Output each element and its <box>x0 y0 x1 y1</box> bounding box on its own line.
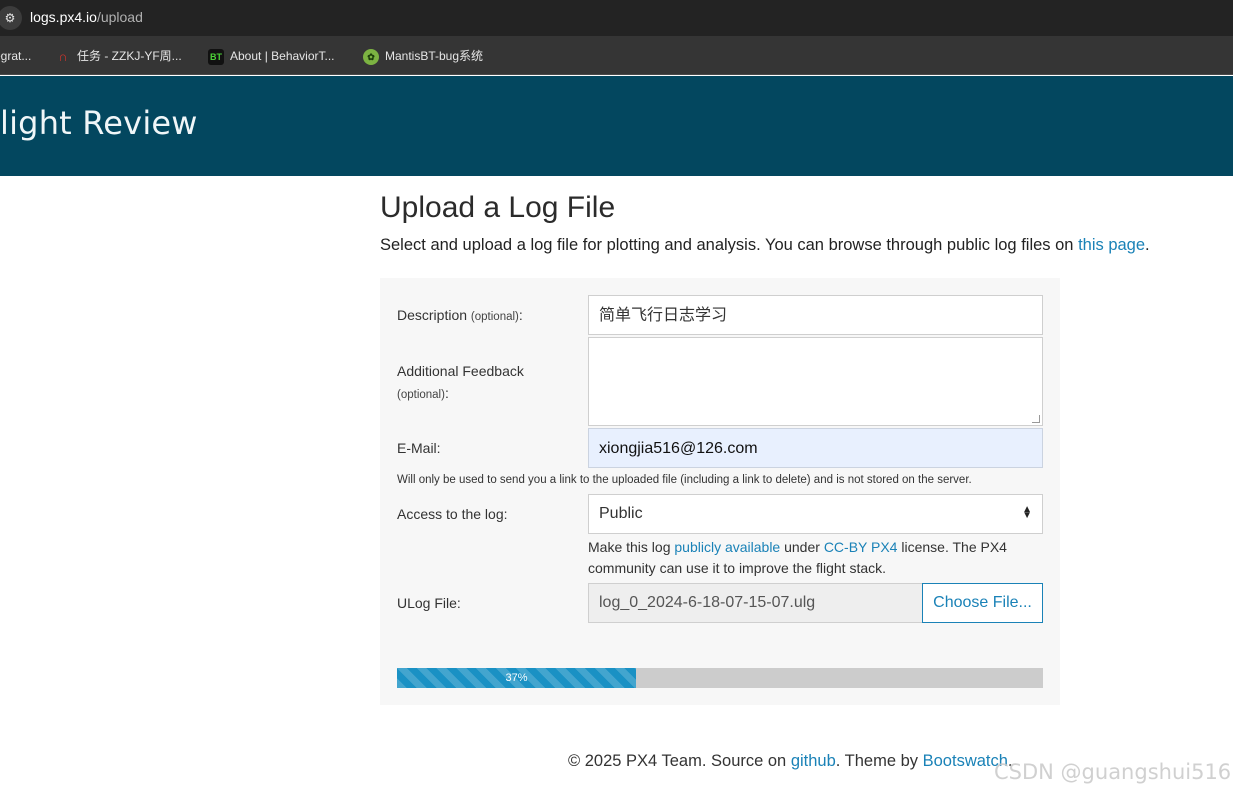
email-label: E-Mail: <box>397 440 441 456</box>
upload-progress: 37% <box>397 668 1043 688</box>
browse-logs-link[interactable]: this page <box>1078 236 1145 254</box>
publicly-available-link[interactable]: publicly available <box>674 539 780 555</box>
resize-grip-icon[interactable] <box>1032 415 1040 423</box>
description-label-text: Description <box>397 307 468 323</box>
bookmark-item[interactable]: ✿ MantisBT-bug系统 <box>363 47 483 65</box>
headset-icon: ∩ <box>58 48 68 64</box>
intro-text: Select and upload a log file for plottin… <box>380 236 1150 255</box>
upload-progress-fill: 37% <box>397 668 637 688</box>
select-arrows-icon: ▲ ▼ <box>1022 504 1032 521</box>
bt-logo-icon: BT <box>208 48 224 65</box>
csdn-watermark: CSDN @guangshui516 <box>994 760 1232 784</box>
site-info-icon[interactable]: ⚙ <box>0 6 22 30</box>
feedback-label: Additional Feedback <box>397 363 524 379</box>
url-path: /upload <box>96 9 143 25</box>
email-input[interactable]: xiongjia516@126.com <box>588 428 1043 468</box>
access-help-text: Make this log publicly available under C… <box>588 537 1043 579</box>
page-title: Upload a Log File <box>380 191 616 224</box>
footer-prefix: © 2025 PX4 Team. Source on <box>568 752 791 770</box>
url-field[interactable]: logs.px4.io/upload <box>30 9 143 25</box>
mantis-icon: ✿ <box>363 48 379 65</box>
feedback-label-text: Additional Feedback <box>397 363 524 379</box>
bookmark-item[interactable]: egrat... <box>0 47 31 65</box>
email-value: xiongjia516@126.com <box>599 440 758 457</box>
description-value: 简单飞行日志学习 <box>599 307 728 324</box>
description-input[interactable]: 简单飞行日志学习 <box>588 295 1043 335</box>
intro-text-body: Select and upload a log file for plottin… <box>380 236 1079 254</box>
access-label: Access to the log: <box>397 506 508 522</box>
bookmark-label: 任务 - ZZKJ-YF周... <box>77 49 182 63</box>
feedback-textarea[interactable] <box>588 337 1043 426</box>
email-note: Will only be used to send you a link to … <box>397 474 972 486</box>
page-footer: © 2025 PX4 Team. Source on github. Theme… <box>568 752 1013 771</box>
description-optional: (optional) <box>470 311 519 323</box>
intro-text-end: . <box>1145 236 1150 254</box>
site-brand[interactable]: light Review <box>0 104 198 142</box>
github-link[interactable]: github <box>791 752 836 770</box>
bookmark-label: About | BehaviorT... <box>230 49 335 63</box>
license-link[interactable]: CC-BY PX4 <box>824 539 898 555</box>
feedback-colon: : <box>444 385 449 401</box>
choose-file-button[interactable]: Choose File... <box>922 583 1043 623</box>
upload-progress-label: 37% <box>505 672 528 684</box>
browser-address-bar: ⚙ logs.px4.io/upload <box>0 0 1233 36</box>
url-host: logs.px4.io <box>30 9 97 25</box>
feedback-optional-label: (optional): <box>397 385 449 401</box>
ulog-label: ULog File: <box>397 595 461 611</box>
footer-mid: . Theme by <box>835 752 923 770</box>
access-select[interactable]: Public ▲ ▼ <box>588 494 1043 534</box>
bookmark-label: MantisBT-bug系统 <box>385 49 484 63</box>
bookmarks-bar: egrat... ∩ 任务 - ZZKJ-YF周... BT About | Beh… <box>0 36 1233 75</box>
bookmark-item[interactable]: ∩ 任务 - ZZKJ-YF周... <box>55 47 182 65</box>
ulog-file-name: log_0_2024-6-18-07-15-07.ulg <box>588 583 924 623</box>
bookmark-item[interactable]: BT About | BehaviorT... <box>208 47 335 65</box>
bookmark-label: egrat... <box>0 49 32 63</box>
feedback-optional: (optional) <box>397 389 445 401</box>
access-help-mid: under <box>780 539 824 555</box>
access-help-prefix: Make this log <box>588 539 675 555</box>
description-label: Description (optional): <box>397 307 523 323</box>
description-colon: : <box>518 307 523 323</box>
access-selected-value: Public <box>599 505 643 522</box>
